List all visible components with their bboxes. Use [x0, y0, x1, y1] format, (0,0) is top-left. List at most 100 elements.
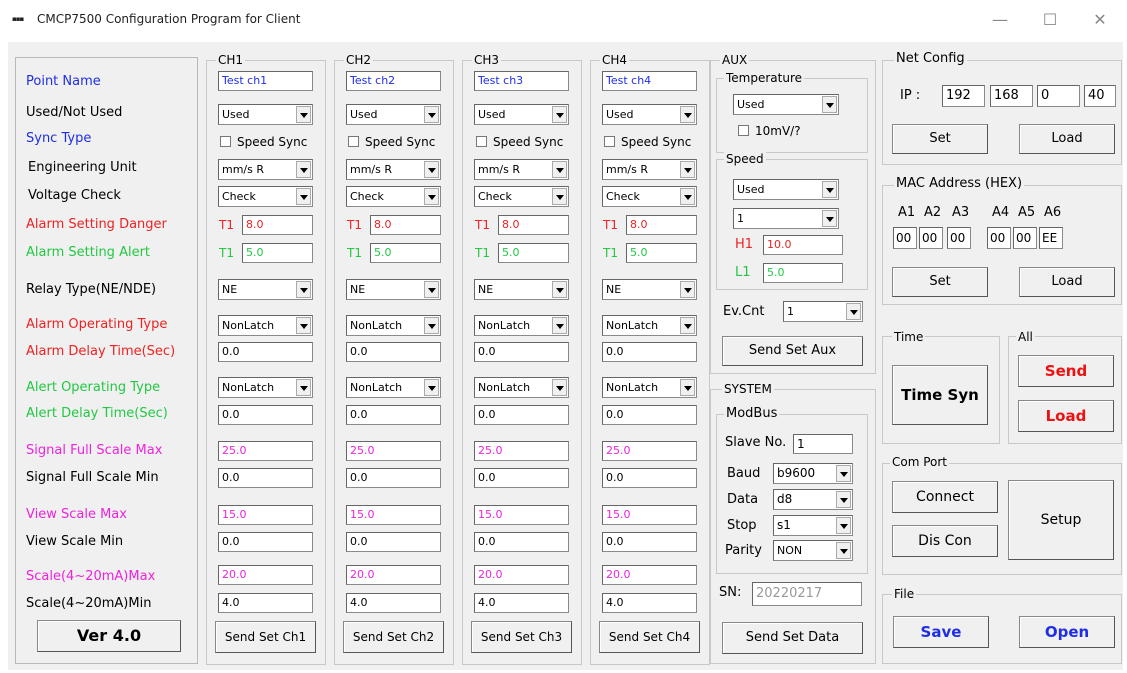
maximize-button[interactable]: ☐: [1030, 8, 1070, 32]
ch3-relay-select[interactable]: NE: [474, 279, 569, 300]
ch3-s420-min-input[interactable]: 4.0: [474, 593, 569, 613]
time-sync-button[interactable]: Time Syn: [892, 365, 988, 425]
mac-octet-4-input[interactable]: 00: [987, 227, 1011, 249]
ch2-view-max-input[interactable]: 15.0: [346, 505, 441, 525]
ch1-sfs-min-input[interactable]: 0.0: [218, 468, 313, 488]
ch2-send-button[interactable]: Send Set Ch2: [343, 621, 444, 653]
ch3-used-select[interactable]: Used: [474, 104, 569, 125]
ip-octet-1-input[interactable]: 192: [942, 85, 985, 107]
ev-cnt-select[interactable]: 1: [783, 301, 863, 322]
slave-no-input[interactable]: 1: [793, 434, 853, 454]
ch2-point-name-input[interactable]: Test ch2: [346, 71, 441, 91]
data-bits-select[interactable]: d8: [773, 489, 853, 510]
ch3-alert-delay-input[interactable]: 0.0: [474, 405, 569, 425]
ch4-danger-input[interactable]: 8.0: [626, 215, 697, 235]
ch3-alert-op-select[interactable]: NonLatch: [474, 377, 569, 398]
ch4-point-name-input[interactable]: Test ch4: [602, 71, 697, 91]
ch3-danger-input[interactable]: 8.0: [498, 215, 569, 235]
ch4-s420-max-input[interactable]: 20.0: [602, 565, 697, 585]
ch2-alert-input[interactable]: 5.0: [370, 243, 441, 263]
ch3-alarm-op-select[interactable]: NonLatch: [474, 315, 569, 336]
ch3-eng-unit-select[interactable]: mm/s R: [474, 159, 569, 180]
ch2-view-min-input[interactable]: 0.0: [346, 532, 441, 552]
parity-select[interactable]: NON: [773, 540, 853, 561]
minimize-button[interactable]: —: [980, 8, 1020, 32]
ch4-relay-select[interactable]: NE: [602, 279, 697, 300]
ch1-alarm-delay-input[interactable]: 0.0: [218, 342, 313, 362]
ch1-alert-delay-input[interactable]: 0.0: [218, 405, 313, 425]
ch4-alarm-op-select[interactable]: NonLatch: [602, 315, 697, 336]
mac-octet-6-input[interactable]: EE: [1039, 227, 1063, 249]
ch4-voltage-check-select[interactable]: Check: [602, 186, 697, 207]
ch2-s420-max-input[interactable]: 20.0: [346, 565, 441, 585]
l1-input[interactable]: 5.0: [763, 263, 843, 283]
disconnect-button[interactable]: Dis Con: [892, 525, 998, 557]
stop-bits-select[interactable]: s1: [773, 515, 853, 536]
ch4-s420-min-input[interactable]: 4.0: [602, 593, 697, 613]
ch1-view-max-input[interactable]: 15.0: [218, 505, 313, 525]
ch1-sfs-max-input[interactable]: 25.0: [218, 441, 313, 461]
ch3-view-max-input[interactable]: 15.0: [474, 505, 569, 525]
ch3-s420-max-input[interactable]: 20.0: [474, 565, 569, 585]
send-set-data-button[interactable]: Send Set Data: [722, 622, 863, 654]
ch1-s420-min-input[interactable]: 4.0: [218, 593, 313, 613]
ch1-point-name-input[interactable]: Test ch1: [218, 71, 313, 91]
ch1-alert-op-select[interactable]: NonLatch: [218, 377, 313, 398]
ch4-alarm-delay-input[interactable]: 0.0: [602, 342, 697, 362]
ch1-alarm-op-select[interactable]: NonLatch: [218, 315, 313, 336]
ip-octet-3-input[interactable]: 0: [1037, 85, 1080, 107]
ch1-danger-input[interactable]: 8.0: [242, 215, 313, 235]
mac-octet-1-input[interactable]: 00: [893, 227, 917, 249]
ch1-voltage-check-select[interactable]: Check: [218, 186, 313, 207]
mac-octet-5-input[interactable]: 00: [1013, 227, 1037, 249]
temperature-used-select[interactable]: Used: [733, 94, 839, 115]
mac-octet-3-input[interactable]: 00: [947, 227, 971, 249]
ch3-voltage-check-select[interactable]: Check: [474, 186, 569, 207]
connect-button[interactable]: Connect: [892, 481, 998, 513]
temperature-10mv-checkbox[interactable]: 10mV/?: [738, 124, 801, 138]
ch1-view-min-input[interactable]: 0.0: [218, 532, 313, 552]
ch3-send-button[interactable]: Send Set Ch3: [471, 621, 572, 653]
ch4-eng-unit-select[interactable]: mm/s R: [602, 159, 697, 180]
ip-octet-2-input[interactable]: 168: [990, 85, 1033, 107]
ch4-view-min-input[interactable]: 0.0: [602, 532, 697, 552]
all-send-button[interactable]: Send: [1018, 355, 1114, 387]
ch3-alarm-delay-input[interactable]: 0.0: [474, 342, 569, 362]
ch1-eng-unit-select[interactable]: mm/s R: [218, 159, 313, 180]
setup-button[interactable]: Setup: [1008, 480, 1114, 560]
mac-set-button[interactable]: Set: [892, 267, 988, 297]
ch2-alert-delay-input[interactable]: 0.0: [346, 405, 441, 425]
ch4-view-max-input[interactable]: 15.0: [602, 505, 697, 525]
ch2-s420-min-input[interactable]: 4.0: [346, 593, 441, 613]
ch2-alarm-delay-input[interactable]: 0.0: [346, 342, 441, 362]
h1-input[interactable]: 10.0: [763, 235, 843, 255]
ch2-danger-input[interactable]: 8.0: [370, 215, 441, 235]
ip-octet-4-input[interactable]: 40: [1084, 85, 1116, 107]
ch4-alert-input[interactable]: 5.0: [626, 243, 697, 263]
baud-select[interactable]: b9600: [773, 463, 853, 484]
ch1-s420-max-input[interactable]: 20.0: [218, 565, 313, 585]
ch3-speed-sync-checkbox[interactable]: Speed Sync: [476, 135, 563, 149]
ch2-sfs-max-input[interactable]: 25.0: [346, 441, 441, 461]
ch3-sfs-min-input[interactable]: 0.0: [474, 468, 569, 488]
ch2-alert-op-select[interactable]: NonLatch: [346, 377, 441, 398]
ch2-voltage-check-select[interactable]: Check: [346, 186, 441, 207]
ch2-speed-sync-checkbox[interactable]: Speed Sync: [348, 135, 435, 149]
ch3-alert-input[interactable]: 5.0: [498, 243, 569, 263]
mac-load-button[interactable]: Load: [1019, 267, 1115, 297]
speed-used-select[interactable]: Used: [733, 179, 839, 200]
net-set-button[interactable]: Set: [892, 124, 988, 154]
ch1-relay-select[interactable]: NE: [218, 279, 313, 300]
net-load-button[interactable]: Load: [1019, 124, 1115, 154]
ch3-point-name-input[interactable]: Test ch3: [474, 71, 569, 91]
ch4-alert-op-select[interactable]: NonLatch: [602, 377, 697, 398]
close-button[interactable]: ✕: [1080, 8, 1120, 32]
send-set-aux-button[interactable]: Send Set Aux: [722, 336, 863, 366]
ch2-eng-unit-select[interactable]: mm/s R: [346, 159, 441, 180]
ch4-alert-delay-input[interactable]: 0.0: [602, 405, 697, 425]
mac-octet-2-input[interactable]: 00: [919, 227, 943, 249]
ch4-used-select[interactable]: Used: [602, 104, 697, 125]
ch4-send-button[interactable]: Send Set Ch4: [599, 621, 700, 653]
ch1-send-button[interactable]: Send Set Ch1: [215, 621, 316, 653]
ch2-alarm-op-select[interactable]: NonLatch: [346, 315, 441, 336]
